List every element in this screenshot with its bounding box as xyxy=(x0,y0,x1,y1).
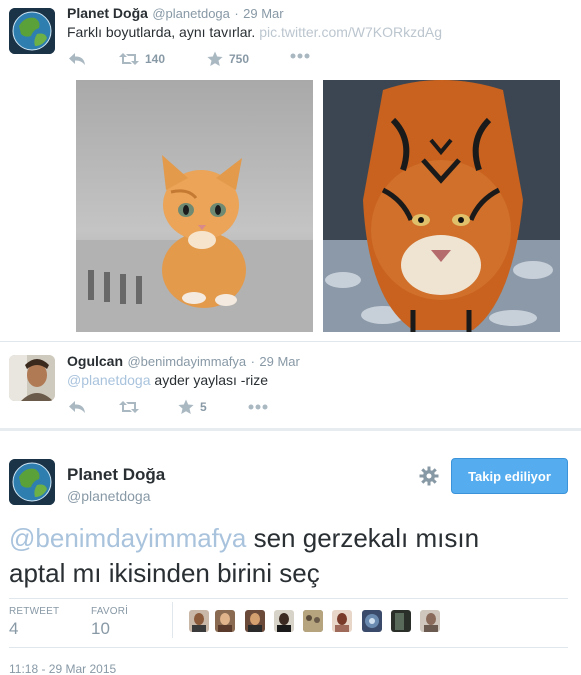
tweet2-header: Ogulcan @benimdayimmafya · 29 Mar xyxy=(67,353,300,371)
tweet1-retweet-button[interactable]: 140 xyxy=(119,52,165,66)
main-mention[interactable]: @benimdayimmafya xyxy=(9,523,246,553)
retweet-label: RETWEET xyxy=(9,606,60,617)
stats-bottom-divider xyxy=(9,647,568,648)
tweet2-text: ayder yaylası -rize xyxy=(150,372,268,388)
kitten-photo[interactable] xyxy=(76,80,313,332)
main-timestamp[interactable]: 11:18 - 29 Mar 2015 xyxy=(9,662,116,675)
tweet1-more-button[interactable] xyxy=(290,53,310,59)
tweet2-text-line: @planetdoga ayder yaylası -rize xyxy=(67,372,268,388)
tweet2-favorite-count: 5 xyxy=(200,400,207,414)
tweet2-name[interactable]: Ogulcan xyxy=(67,353,123,369)
divider-1 xyxy=(0,341,581,342)
retweet-icon xyxy=(119,401,139,413)
tweet2-mention[interactable]: @planetdoga xyxy=(67,372,151,388)
tweet1-name[interactable]: Planet Doğa xyxy=(67,5,148,21)
tweet1-reply-button[interactable] xyxy=(68,52,86,66)
tweet2-separator: · xyxy=(250,354,255,369)
favoriter-avatar[interactable] xyxy=(391,610,411,632)
settings-gear-button[interactable] xyxy=(418,465,440,487)
tweet2-reply-button[interactable] xyxy=(68,400,86,414)
avatar-planetdoga[interactable] xyxy=(9,8,55,54)
retweet-value: 4 xyxy=(9,619,19,638)
more-icon xyxy=(248,404,268,410)
main-tweet-text: @benimdayimmafya sen gerzekalı mısın xyxy=(9,521,479,556)
retweet-icon xyxy=(119,53,139,65)
favorite-icon xyxy=(178,399,194,414)
favorite-label: FAVORİ xyxy=(91,606,129,617)
tweet1-handle[interactable]: @planetdoga xyxy=(152,6,230,21)
favoriter-avatar[interactable] xyxy=(215,610,235,632)
divider-2 xyxy=(0,428,581,431)
more-icon xyxy=(290,53,310,59)
favoriter-avatar[interactable] xyxy=(274,610,294,632)
favorite-value: 10 xyxy=(91,619,110,638)
retweets-stat[interactable]: RETWEET 4 xyxy=(9,606,59,639)
tweet1-media-link[interactable]: pic.twitter.com/W7KORkzdAg xyxy=(259,24,442,40)
tweet2-favorite-button[interactable]: 5 xyxy=(178,399,207,415)
favoriter-avatar[interactable] xyxy=(362,610,382,632)
main-text-line2: aptal mı ikisinden birini seç xyxy=(9,558,320,588)
favorites-stat[interactable]: FAVORİ 10 xyxy=(91,606,128,639)
main-handle[interactable]: @planetdoga xyxy=(67,488,151,504)
tweet1-favorite-count: 750 xyxy=(229,52,250,66)
tiger-photo[interactable] xyxy=(323,80,560,332)
favoriter-avatar[interactable] xyxy=(189,610,209,632)
reply-icon xyxy=(69,53,85,65)
tweet1-separator: · xyxy=(234,6,239,21)
tweet1-retweet-count: 140 xyxy=(145,52,166,66)
favorite-icon xyxy=(207,51,223,66)
tweet2-date[interactable]: 29 Mar xyxy=(259,354,299,369)
favoriter-avatar[interactable] xyxy=(303,610,323,632)
stats-vertical-divider xyxy=(172,602,173,638)
following-button[interactable]: Takip ediliyor xyxy=(451,458,568,494)
tweet1-text: Farklı boyutlarda, aynı tavırlar. xyxy=(67,24,256,40)
favoriter-avatar[interactable] xyxy=(420,610,440,632)
tweet2-handle[interactable]: @benimdayimmafya xyxy=(127,354,246,369)
stats-top-divider xyxy=(9,598,568,599)
tweet2-more-button[interactable] xyxy=(248,404,268,410)
tweet1-text-line: Farklı boyutlarda, aynı tavırlar. pic.tw… xyxy=(67,24,442,40)
tweet1-date[interactable]: 29 Mar xyxy=(243,6,283,21)
favoriter-avatar[interactable] xyxy=(332,610,352,632)
gear-icon xyxy=(419,466,439,486)
avatar-ogulcan[interactable] xyxy=(9,355,55,401)
tweet2-retweet-button[interactable] xyxy=(119,400,139,414)
favoriter-avatar[interactable] xyxy=(245,610,265,632)
tweet1-header: Planet Doğa @planetdoga · 29 Mar xyxy=(67,5,284,23)
tweet1-favorite-button[interactable]: 750 xyxy=(207,51,249,67)
avatar-main-planetdoga[interactable] xyxy=(9,459,55,505)
reply-icon xyxy=(69,401,85,413)
main-name[interactable]: Planet Doğa xyxy=(67,465,165,485)
main-text-line1: sen gerzekalı mısın xyxy=(246,523,480,553)
